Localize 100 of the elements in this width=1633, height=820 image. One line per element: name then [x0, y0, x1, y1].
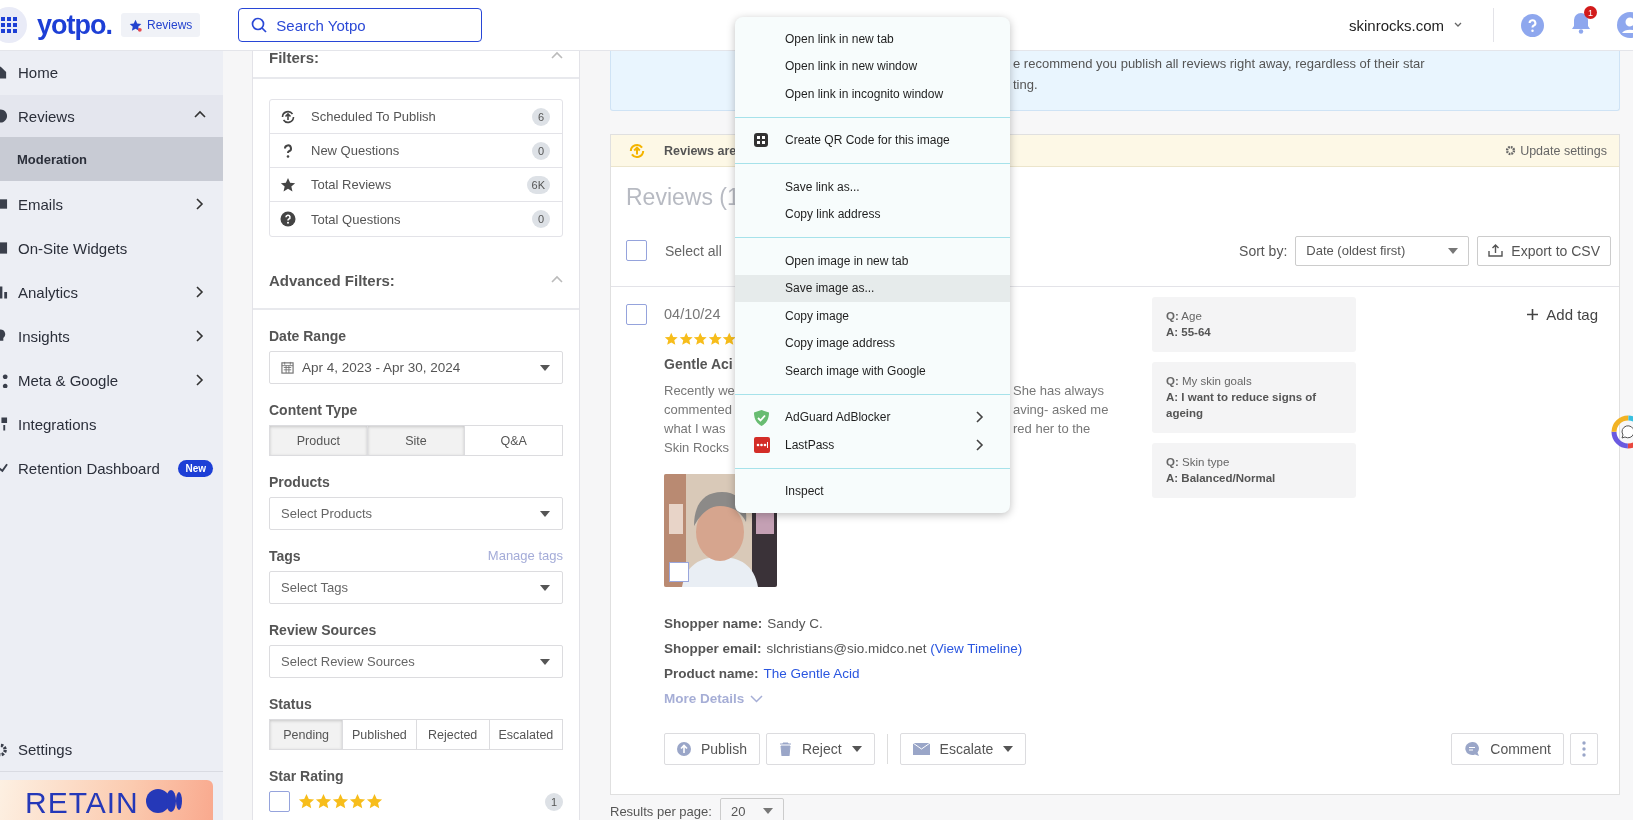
detail-label: Shopper name:	[664, 616, 763, 631]
brand-logo[interactable]: yotpo.	[37, 9, 112, 41]
menu-item[interactable]: Copy image address	[735, 329, 1010, 357]
new-badge: New	[178, 459, 213, 477]
quick-filter[interactable]: Total Reviews 6K	[270, 168, 562, 202]
menu-item[interactable]: AdGuard AdBlocker	[735, 403, 1010, 431]
chevron-icon	[194, 374, 206, 386]
results-per-page-label: Results per page:	[610, 803, 712, 819]
star-icon	[280, 176, 296, 193]
answer-text: A: Balanced/Normal	[1166, 471, 1277, 486]
add-tag-button[interactable]: Add tag	[1527, 304, 1598, 324]
menu-item[interactable]: Open link in incognito window	[735, 80, 1010, 108]
nav-item[interactable]: Integrations	[0, 403, 223, 445]
detail-value: slchristians@sio.midco.net	[766, 641, 927, 656]
segment-toggle[interactable]: Product	[269, 425, 368, 456]
menu-item[interactable]: Save link as...	[735, 173, 1010, 201]
review-text: Skin Rocks	[664, 439, 731, 457]
section-title: Filters:	[269, 51, 319, 66]
chevron-icon	[974, 438, 986, 451]
detail-link[interactable]: (View Timeline)	[930, 641, 1023, 656]
upload-icon	[677, 742, 691, 756]
star-filter-checkbox[interactable]	[269, 791, 290, 812]
review-sources-dropdown[interactable]: Select Review Sources	[269, 645, 563, 678]
menu-item[interactable]: LastPass	[735, 431, 1010, 459]
star-icon	[298, 793, 315, 810]
nav-item[interactable]: Analytics	[0, 271, 223, 313]
review-checkbox[interactable]	[626, 304, 647, 325]
star-icon	[693, 331, 708, 347]
review-text: commented	[664, 401, 733, 419]
nav-subitem[interactable]: Moderation	[0, 137, 223, 181]
nav-item[interactable]: On-Site Widgets	[0, 227, 223, 269]
nav-item[interactable]: Emails	[0, 183, 223, 225]
review-text: red her to the	[1013, 420, 1092, 438]
search-field[interactable]: Search Yotpo	[238, 8, 483, 42]
segment-toggle[interactable]: Site	[366, 425, 466, 456]
action-button[interactable]: Publish	[664, 733, 760, 765]
field-label: Products	[269, 474, 330, 490]
nav-item[interactable]: Retention Dashboard New	[0, 447, 223, 489]
caret-icon	[1448, 247, 1459, 254]
date-range-dropdown[interactable]: Apr 4, 2023 - Apr 30, 2024	[269, 351, 563, 384]
nav-item[interactable]: Reviews	[0, 95, 223, 137]
status-toggle[interactable]: Escalated	[488, 719, 563, 750]
more-options-button[interactable]	[1570, 733, 1598, 765]
promo-banner[interactable]: RETAIN	[0, 780, 213, 820]
banner-text: e recommend you publish all reviews right away, regardless of their star	[1013, 55, 1426, 73]
menu-item[interactable]: Inspect	[735, 477, 1010, 505]
count-badge: 6K	[526, 175, 550, 194]
action-button[interactable]: Escalate	[899, 733, 1027, 765]
export-button[interactable]: Export to CSV	[1477, 235, 1611, 266]
question-text: Q: Skin type	[1166, 455, 1231, 470]
nav-item[interactable]: Meta & Google	[0, 359, 223, 401]
update-settings-link[interactable]: Update settings	[1505, 143, 1607, 158]
quick-filter[interactable]: Total Questions 0	[270, 202, 562, 236]
nav-item[interactable]: Insights	[0, 315, 223, 357]
menu-item[interactable]: Open image in new tab	[735, 247, 1010, 275]
menu-item[interactable]: Copy image	[735, 302, 1010, 330]
product-badge[interactable]: Reviews	[121, 13, 201, 37]
menu-item[interactable]: Create QR Code for this image	[735, 126, 1010, 154]
menu-item[interactable]: Save image as...	[735, 274, 1010, 302]
field-label: Review Sources	[269, 622, 377, 638]
photo-checkbox[interactable]	[669, 562, 689, 582]
action-button[interactable]: Reject	[765, 733, 875, 765]
detail-link[interactable]: The Gentle Acid	[763, 666, 860, 681]
results-per-page-dropdown[interactable]: 20	[719, 798, 784, 820]
menu-item[interactable]: Copy link address	[735, 200, 1010, 228]
menu-item[interactable]: Search image with Google	[735, 357, 1010, 385]
review-text: aving- asked me	[1013, 401, 1110, 419]
comment-button[interactable]: Comment	[1451, 733, 1564, 765]
segment-toggle[interactable]: Q&A	[464, 425, 563, 456]
field-label: Tags	[269, 548, 301, 564]
apps-grid-icon[interactable]	[0, 7, 27, 43]
chevron-icon	[194, 286, 206, 298]
products-dropdown[interactable]: Select Products	[269, 497, 563, 530]
chevron-icon	[974, 411, 986, 424]
detail-label: Shopper email:	[664, 641, 762, 656]
select-all-checkbox[interactable]	[626, 240, 647, 261]
shield-icon	[754, 409, 769, 426]
tags-dropdown[interactable]: Select Tags	[269, 571, 563, 604]
review-text: Recently we	[664, 382, 736, 400]
star-icon	[366, 793, 383, 810]
store-switcher[interactable]: skinrocks.com	[1348, 16, 1462, 34]
help-icon[interactable]	[1521, 13, 1544, 37]
quick-filter[interactable]: New Questions 0	[270, 134, 562, 168]
star-icon	[678, 331, 693, 347]
quick-filter[interactable]: Scheduled To Publish 6	[270, 100, 562, 134]
status-toggle[interactable]: Rejected	[415, 719, 490, 750]
menu-item[interactable]: Open link in new tab	[735, 25, 1010, 53]
status-toggle[interactable]: Published	[342, 719, 417, 750]
star-icon	[332, 793, 349, 810]
sort-dropdown[interactable]: Date (oldest first)	[1295, 235, 1470, 266]
status-toggle[interactable]: Pending	[269, 719, 344, 750]
caret-icon	[540, 510, 550, 517]
notification-bell-icon[interactable]	[1571, 12, 1591, 34]
search-icon	[251, 17, 268, 33]
field-label: Content Type	[269, 402, 358, 418]
answer-text: A: I want to reduce signs of ageing	[1166, 390, 1318, 421]
nav-item[interactable]: Home	[0, 51, 223, 93]
review-text: what I was	[664, 420, 727, 438]
menu-item[interactable]: Open link in new window	[735, 52, 1010, 80]
star-icon	[315, 793, 332, 810]
